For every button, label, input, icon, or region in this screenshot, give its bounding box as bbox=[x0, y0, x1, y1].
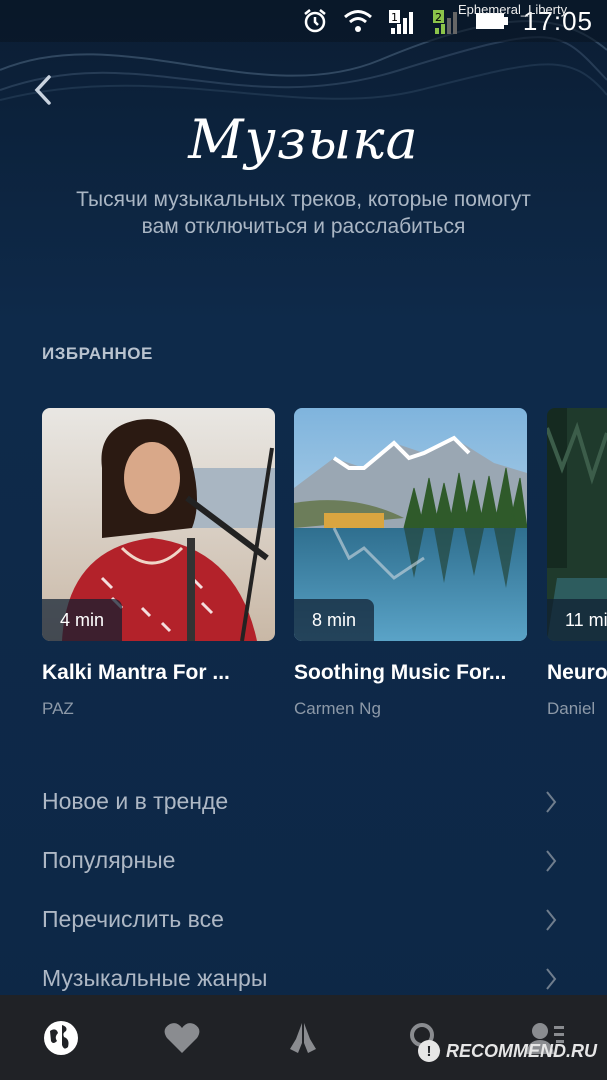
nav-meditate[interactable] bbox=[273, 1008, 333, 1068]
duration-badge: 8 min bbox=[294, 599, 375, 641]
menu-item-label: Перечислить все bbox=[42, 906, 224, 932]
track-thumbnail: 4 min bbox=[42, 408, 275, 641]
status-bar: Ephemeral_Liberty 1 2 17:05 bbox=[0, 0, 607, 42]
alarm-icon bbox=[301, 6, 329, 36]
favorites-carousel[interactable]: 4 min Kalki Mantra For ... PAZ 8 min Soo… bbox=[42, 408, 607, 728]
watermark-badge-icon: ! bbox=[418, 1040, 440, 1062]
track-author: Daniel bbox=[547, 699, 596, 718]
chevron-left-icon bbox=[34, 75, 51, 105]
signal-sim2-icon: 2 bbox=[431, 6, 461, 36]
track-card[interactable]: 8 min Soothing Music For... Carmen Ng bbox=[294, 408, 527, 719]
menu-item-popular[interactable]: Популярные bbox=[0, 831, 607, 890]
heart-icon bbox=[164, 1022, 200, 1053]
duration-badge: 11 mi bbox=[547, 599, 607, 641]
track-card[interactable]: 4 min Kalki Mantra For ... PAZ bbox=[42, 408, 275, 719]
praying-hands-icon bbox=[290, 1022, 317, 1053]
track-author: Carmen Ng bbox=[294, 699, 381, 718]
section-label-favorites: ИЗБРАННОЕ bbox=[42, 344, 153, 363]
menu-item-list-all[interactable]: Перечислить все bbox=[0, 890, 607, 949]
svg-text:2: 2 bbox=[435, 11, 442, 24]
page-subtitle: Тысячи музыкальных треков, которые помог… bbox=[76, 188, 531, 238]
track-author: PAZ bbox=[42, 699, 74, 718]
track-thumbnail: 11 mi bbox=[547, 408, 607, 641]
menu-item-label: Музыкальные жанры bbox=[42, 965, 268, 991]
wifi-icon bbox=[343, 6, 373, 36]
category-menu: Новое и в тренде Популярные Перечислить … bbox=[0, 772, 607, 1008]
globe-icon bbox=[43, 1020, 78, 1055]
carrier-name: Ephemeral_Liberty bbox=[458, 2, 568, 17]
duration-badge: 4 min bbox=[42, 599, 123, 641]
nav-explore[interactable] bbox=[31, 1008, 91, 1068]
svg-text:1: 1 bbox=[391, 11, 398, 24]
watermark-text: RECOMMEND.RU bbox=[446, 1040, 597, 1061]
back-button[interactable] bbox=[28, 72, 58, 108]
page-title: Музыка bbox=[188, 108, 419, 171]
menu-item-label: Новое и в тренде bbox=[42, 788, 229, 814]
signal-sim1-icon: 1 bbox=[387, 6, 417, 36]
track-title: Neuro bbox=[547, 661, 607, 684]
track-thumbnail: 8 min bbox=[294, 408, 527, 641]
track-card[interactable]: 11 mi Neuro Daniel bbox=[547, 408, 607, 719]
chevron-right-icon bbox=[546, 790, 557, 813]
chevron-right-icon bbox=[546, 849, 557, 872]
menu-item-label: Популярные bbox=[42, 847, 176, 873]
chevron-right-icon bbox=[546, 967, 557, 990]
track-title: Soothing Music For... bbox=[294, 661, 507, 684]
watermark: ! RECOMMEND.RU bbox=[418, 1040, 597, 1062]
nav-favorites[interactable] bbox=[152, 1008, 212, 1068]
bottom-navigation: ! RECOMMEND.RU bbox=[0, 995, 607, 1080]
menu-item-new-trending[interactable]: Новое и в тренде bbox=[0, 772, 607, 831]
chevron-right-icon bbox=[546, 908, 557, 931]
track-title: Kalki Mantra For ... bbox=[42, 661, 230, 684]
